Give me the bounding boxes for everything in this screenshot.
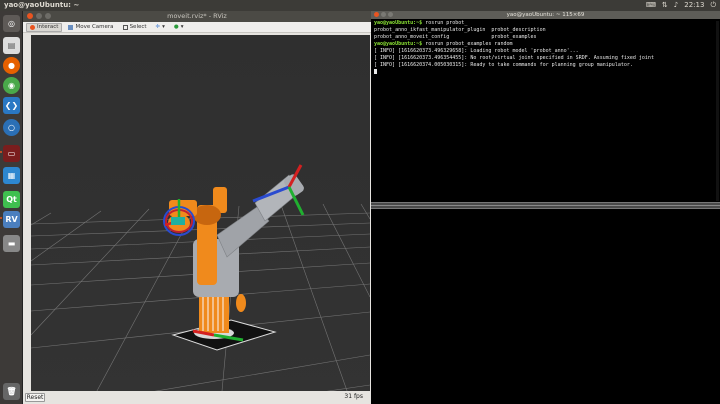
robot-scene[interactable]	[31, 35, 370, 402]
terminal-window: yao@yaoUbuntu: ~ 115×69 yao@yaoUbuntu:~$…	[371, 11, 720, 404]
terminal-line: yao@yaoUbuntu:~$ rosrun probot_	[374, 20, 468, 26]
rviz-window: moveit.rviz* - RViz Interact Move Camera…	[23, 11, 371, 404]
shoulder-joint	[193, 205, 221, 225]
launcher: ◎ ▤ ● ◉ ❮❯ ○ ▭ ▦ Qt RV ▬ 🗑	[0, 11, 23, 404]
minimize-icon[interactable]	[36, 13, 42, 19]
search-dash-icon[interactable]: ◎	[3, 15, 20, 32]
base-motor	[236, 294, 246, 312]
close-icon[interactable]	[27, 13, 33, 19]
terminal-line: [ INFO] [1616620373.496354455]: No root/…	[374, 55, 654, 61]
gizmo-center[interactable]	[171, 217, 185, 225]
running-indicator	[0, 151, 2, 153]
select-icon	[122, 24, 128, 30]
select-tool-button[interactable]: Select	[120, 23, 150, 32]
rviz-icon[interactable]: RV	[3, 211, 20, 228]
terminal-lower-pane[interactable]	[371, 209, 720, 404]
vscode-icon[interactable]: ❮❯	[3, 97, 20, 114]
chrome-icon[interactable]: ◉	[3, 77, 20, 94]
terminal-line: yao@yaoUbuntu:~$ rosrun probot_examples …	[374, 41, 513, 47]
terminal-line: probot_anno_ikfast_manipulator_plugin pr…	[374, 27, 546, 33]
disk-icon[interactable]: ▬	[3, 235, 20, 252]
rviz-window-title: moveit.rviz* - RViz	[167, 12, 227, 20]
files-icon[interactable]: ▤	[3, 37, 20, 54]
dropdown-icon: ▾	[162, 24, 165, 30]
terminal-window-title: yao@yaoUbuntu: ~ 115×69	[506, 12, 585, 18]
network-icon[interactable]: ⇅	[662, 0, 668, 11]
system-top-bar: yao@yaoUbuntu: ~ ⌨ ⇅ ♪ 22:13 ⏻	[0, 0, 720, 11]
active-window-title: yao@yaoUbuntu: ~	[4, 1, 80, 9]
rviz-title-bar[interactable]: moveit.rviz* - RViz	[23, 11, 371, 22]
terminal-app-icon[interactable]: ▭	[3, 145, 20, 162]
running-indicator	[0, 217, 2, 219]
window-controls	[374, 12, 393, 17]
split-divider[interactable]	[371, 202, 720, 209]
focus-camera-tool-button[interactable]: ✛ ▾	[153, 23, 168, 32]
minimize-icon[interactable]	[381, 12, 386, 17]
power-icon[interactable]: ⏻	[710, 0, 716, 11]
prompt: yao@yaoUbuntu:~$	[374, 20, 426, 26]
terminal-title-bar[interactable]: yao@yaoUbuntu: ~ 115×69	[371, 11, 720, 19]
terminal-line: [ INFO] [1616620374.005030315]: Ready to…	[374, 62, 633, 68]
close-icon[interactable]	[374, 12, 379, 17]
rviz-toolbar: Interact Move Camera Select ✛ ▾ ● ▾	[23, 22, 371, 33]
interact-tool-button[interactable]: Interact	[26, 22, 63, 32]
move-camera-tool-button[interactable]: Move Camera	[65, 23, 116, 32]
firefox-icon[interactable]: ●	[3, 57, 20, 74]
plus-icon: ●	[173, 24, 179, 30]
reset-button[interactable]: Reset	[25, 393, 45, 402]
qtcreator-icon[interactable]: Qt	[3, 191, 20, 208]
text-cursor	[374, 69, 377, 74]
prompt: yao@yaoUbuntu:~$	[374, 41, 426, 47]
clock[interactable]: 22:13	[684, 0, 704, 11]
terminal-output[interactable]: yao@yaoUbuntu:~$ rosrun probot_ probot_a…	[371, 19, 716, 202]
terminal-line: [ INFO] [1616620373.496329658]: Loading …	[374, 48, 579, 54]
crosshair-icon: ✛	[155, 24, 161, 30]
fps-readout: 31 fps	[344, 393, 363, 400]
trash-icon[interactable]: 🗑	[3, 383, 20, 400]
dropdown-icon: ▾	[180, 24, 184, 30]
terminal-line	[371, 69, 716, 76]
volume-icon[interactable]: ♪	[674, 0, 678, 11]
rviz-status-bar: Reset 31 fps	[23, 391, 371, 404]
document-icon[interactable]: ▦	[3, 167, 20, 184]
chromium-icon[interactable]: ○	[3, 119, 20, 136]
camera-icon	[68, 24, 74, 30]
keyboard-icon[interactable]: ⌨	[646, 0, 656, 11]
maximize-icon[interactable]	[388, 12, 393, 17]
3d-viewport[interactable]	[31, 35, 370, 402]
terminal-line: probot_anno_moveit_config probot_example…	[374, 34, 537, 40]
add-tool-button[interactable]: ● ▾	[171, 23, 187, 32]
system-tray[interactable]: ⌨ ⇅ ♪ 22:13 ⏻	[646, 0, 716, 11]
maximize-icon[interactable]	[45, 13, 51, 19]
interact-icon	[30, 24, 35, 30]
terminal-scrollbar[interactable]	[716, 21, 719, 201]
window-controls	[27, 13, 51, 19]
